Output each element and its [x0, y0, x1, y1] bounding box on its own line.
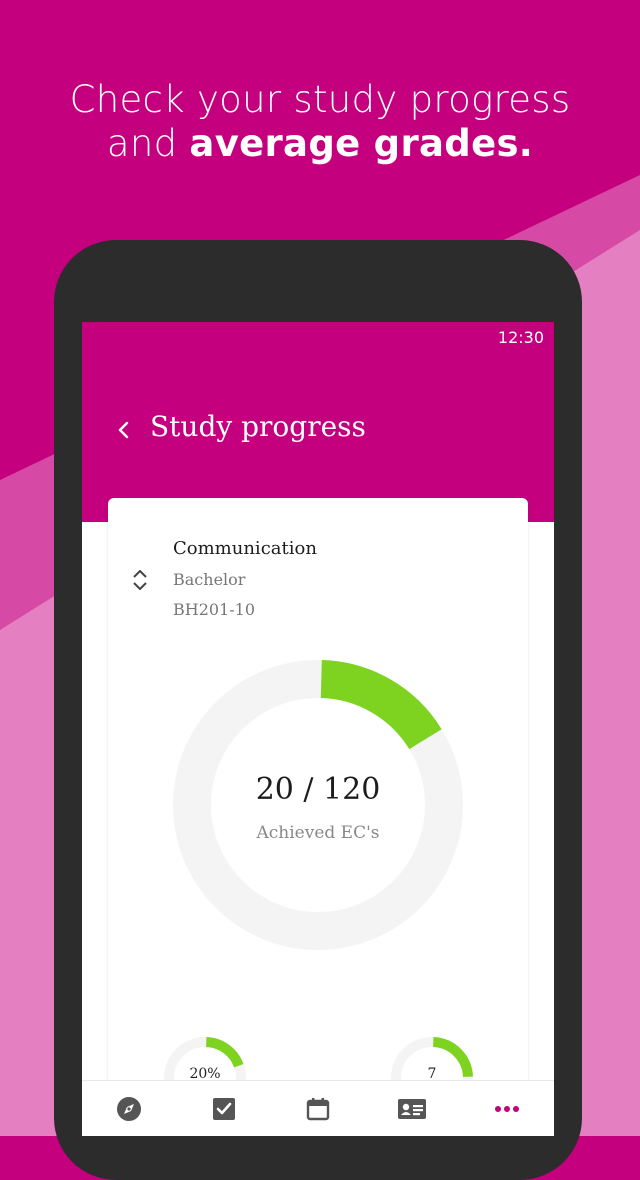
nav-item-tasks[interactable]: [176, 1081, 270, 1136]
nav-item-discover[interactable]: [82, 1081, 176, 1136]
progress-arc: [320, 660, 442, 750]
study-progress-card: Communication Bachelor BH201-10 20 / 120…: [108, 498, 528, 1136]
more-dots-icon: [494, 1106, 519, 1112]
page-title: Study progress: [150, 410, 366, 443]
headline-line-2-prefix: and: [106, 122, 190, 165]
mini-stat-arc-1: [205, 1037, 244, 1068]
switch-program-icon[interactable]: [130, 568, 150, 592]
headline-line-2-bold: average grades.: [189, 122, 534, 165]
bottom-navigation: [82, 1080, 554, 1136]
calendar-icon: [306, 1098, 330, 1121]
program-name: Communication: [173, 538, 317, 559]
nav-item-more[interactable]: [460, 1081, 554, 1136]
headline-line-1: Check your study progress: [69, 78, 571, 121]
checkbox-icon: [212, 1098, 235, 1120]
compass-icon: [117, 1097, 142, 1121]
headline-line-2: and average grades.: [0, 122, 640, 166]
phone-screen: 12:30 Study progress Communication Bache…: [82, 322, 554, 1136]
nav-item-profile[interactable]: [365, 1081, 459, 1136]
achieved-ec-label: Achieved EC's: [256, 823, 380, 843]
app-bar: 12:30 Study progress: [82, 322, 554, 522]
status-bar-time: 12:30: [497, 328, 544, 347]
back-chevron-icon[interactable]: [112, 418, 136, 442]
nav-item-schedule[interactable]: [271, 1081, 365, 1136]
id-card-icon: [398, 1099, 427, 1119]
achieved-ec-value: 20 / 120: [255, 772, 381, 807]
headline: Check your study progress and average gr…: [0, 78, 640, 166]
program-code: BH201-10: [173, 600, 256, 619]
program-level: Bachelor: [173, 570, 246, 589]
